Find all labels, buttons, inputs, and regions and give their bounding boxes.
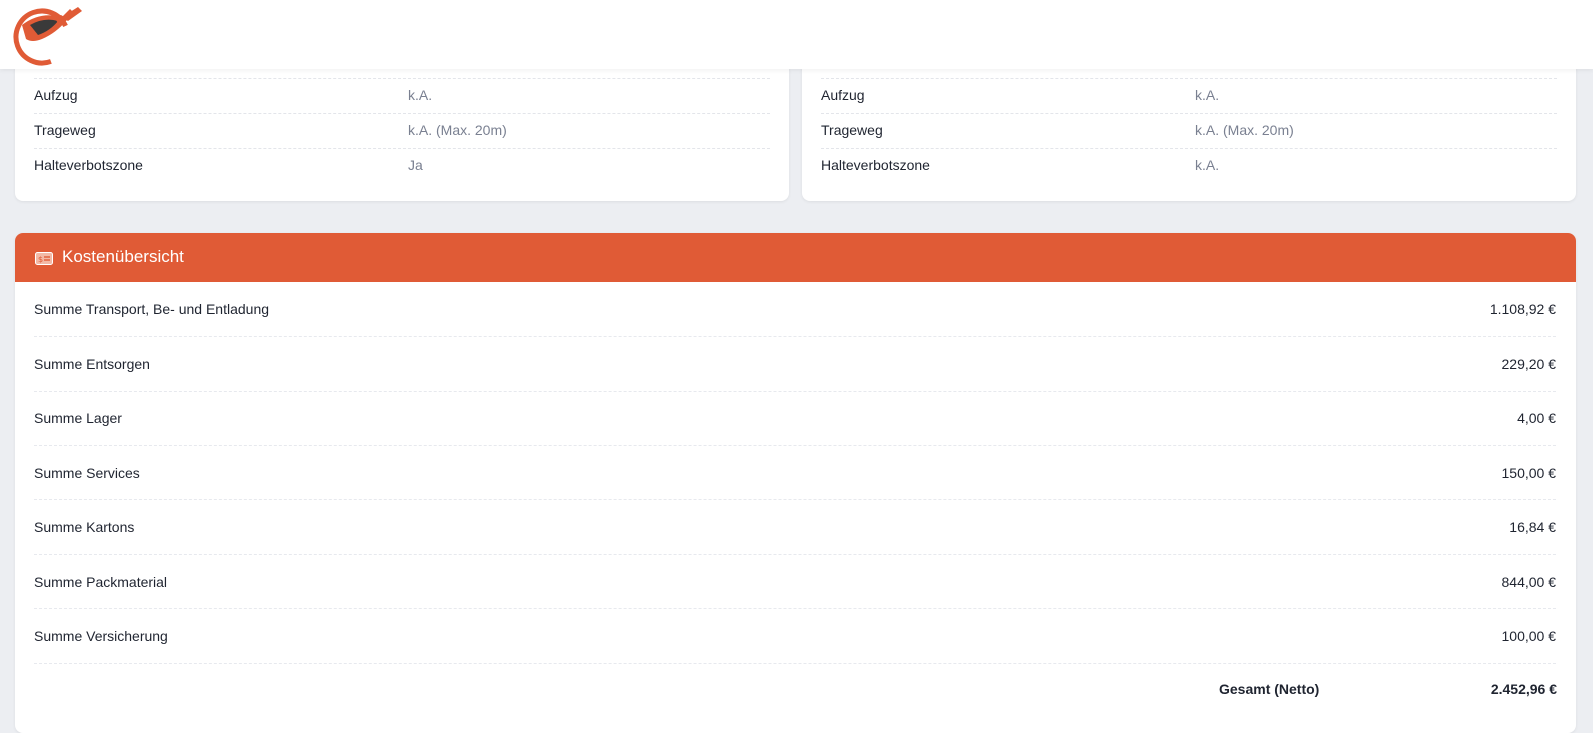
property-value: k.A. (Max. 20m) [408,122,507,138]
cost-row-services: Summe Services 150,00 € [34,446,1556,500]
divider [34,663,1556,664]
total-net-label: Gesamt (Netto) [1219,681,1320,697]
cost-row-boxes: Summe Kartons 16,84 € [34,500,1556,554]
svg-text:$: $ [38,255,43,264]
cost-amount: 150,00 € [1501,465,1557,481]
property-row-no-parking-zone: Halteverbotszone k.A. [821,149,1557,184]
property-label: Trageweg [821,122,883,138]
property-value: k.A. [1195,157,1220,173]
cost-row-packing-material: Summe Packmaterial 844,00 € [34,555,1556,609]
cost-row-storage: Summe Lager 4,00 € [34,391,1556,445]
property-row-elevator: Aufzug k.A. [821,79,1557,114]
cost-amount: 1.108,92 € [1489,301,1556,317]
cost-label: Summe Versicherung [34,628,168,644]
cost-overview-header: $ Kostenübersicht [15,233,1576,282]
property-value: k.A. [408,87,433,103]
property-label: Halteverbotszone [821,157,930,173]
cash-icon: $ [35,252,53,265]
property-value: k.A. [1195,87,1220,103]
property-value: k.A. (Max. 20m) [1195,122,1294,138]
cost-amount: 844,00 € [1501,574,1557,590]
property-label: Aufzug [821,87,865,103]
cost-label: Summe Lager [34,410,122,426]
property-label: Trageweg [34,122,96,138]
cost-overview-title: Kostenübersicht [62,247,184,266]
cost-overview-card: $ Kostenübersicht Summe Transport, Be- u… [15,233,1576,733]
cost-label: Summe Entsorgen [34,356,150,372]
cost-amount: 100,00 € [1501,628,1557,644]
top-bar [0,0,1593,69]
cost-label: Summe Packmaterial [34,574,168,590]
cost-label: Summe Transport, Be- und Entladung [34,301,270,317]
cost-row-insurance: Summe Versicherung 100,00 € [34,609,1556,663]
cost-row-transport: Summe Transport, Be- und Entladung 1.108… [34,282,1556,336]
property-row-carry-distance: Trageweg k.A. (Max. 20m) [821,114,1557,149]
cost-amount: 16,84 € [1509,519,1556,535]
cost-label: Summe Services [34,465,140,481]
property-row-no-parking-zone: Halteverbotszone Ja [34,149,770,184]
property-label: Halteverbotszone [34,157,143,173]
company-logo[interactable] [12,3,92,67]
cost-amount: 229,20 € [1501,356,1557,372]
cost-label: Summe Kartons [34,519,135,535]
cost-amount: 4,00 € [1517,410,1556,426]
property-label: Aufzug [34,87,78,103]
property-row-carry-distance: Trageweg k.A. (Max. 20m) [34,114,770,149]
cost-row-disposal: Summe Entsorgen 229,20 € [34,337,1556,391]
property-value: Ja [408,157,423,173]
total-net-amount: 2.452,96 € [1490,681,1557,697]
property-row-elevator: Aufzug k.A. [34,79,770,114]
